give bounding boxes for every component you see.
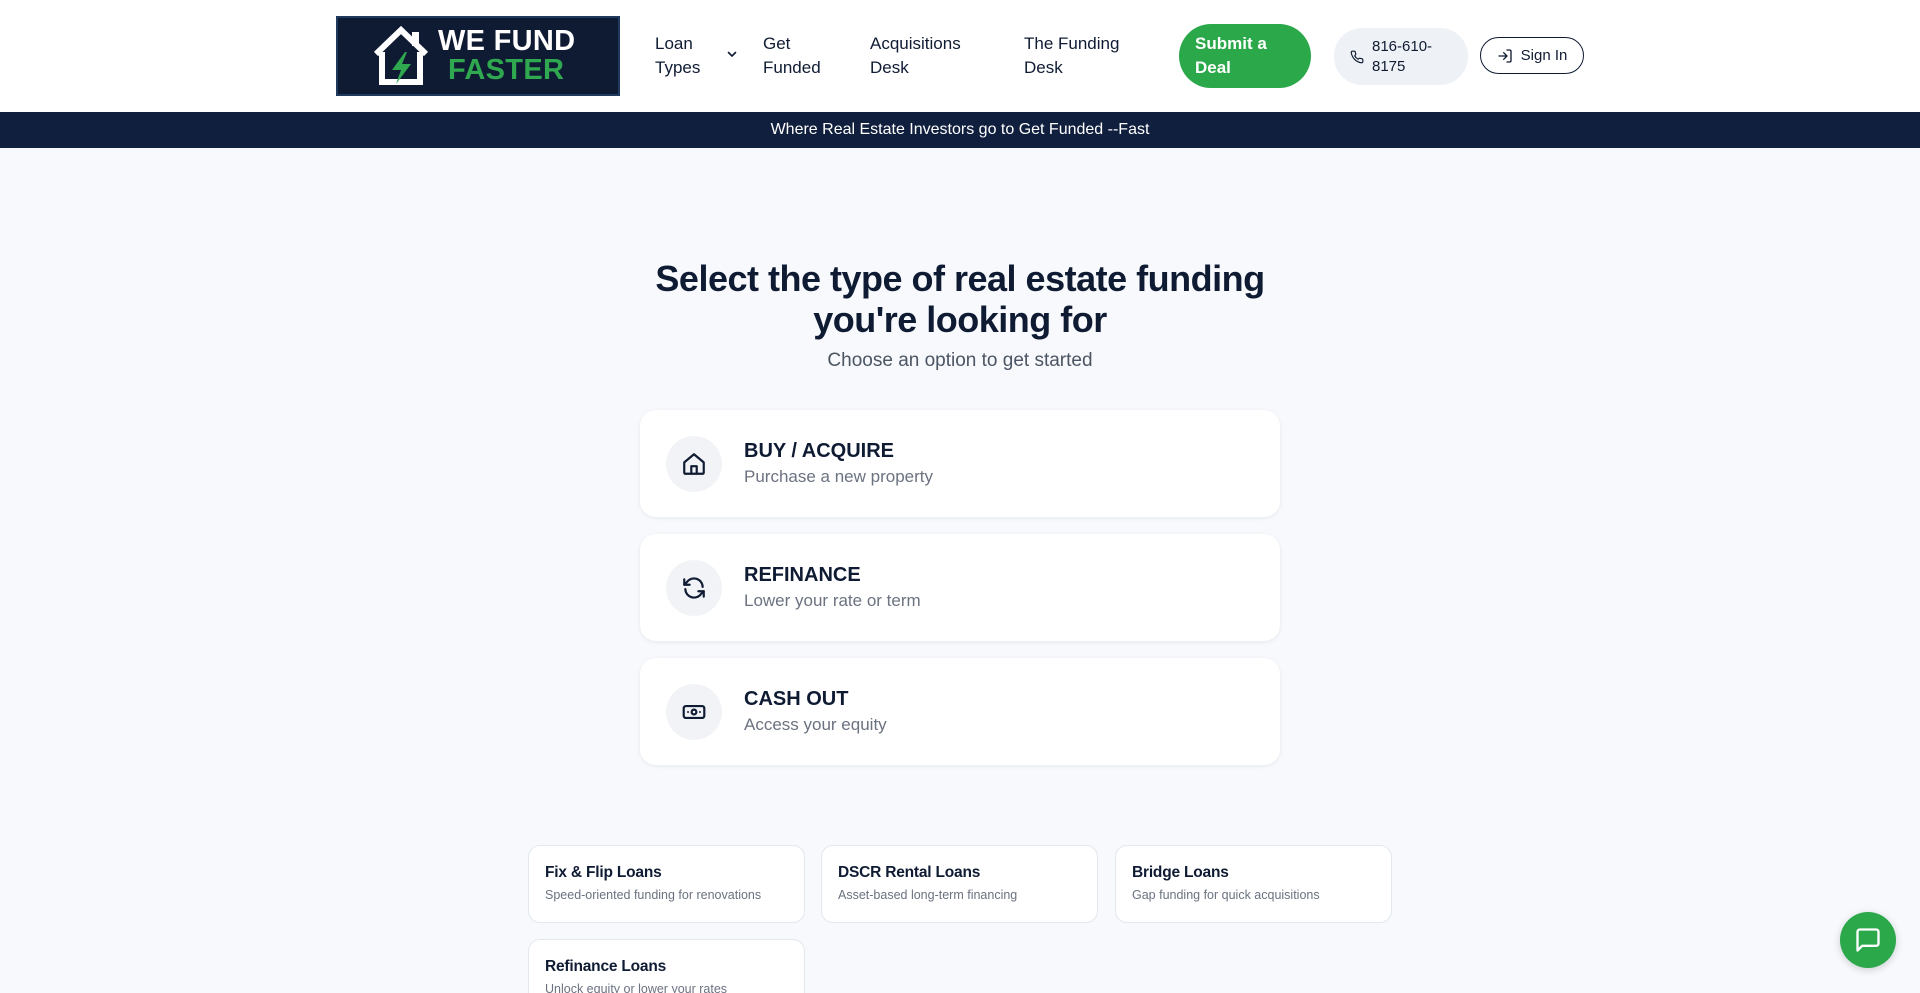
option-icon-wrap — [666, 559, 722, 616]
chevron-down-icon[interactable] — [726, 48, 738, 60]
home-icon — [683, 452, 705, 475]
nav-get-funded[interactable]: Get Funded — [763, 32, 833, 80]
sign-in-button[interactable]: Sign In — [1480, 37, 1584, 74]
loan-title: Fix & Flip Loans — [545, 864, 662, 881]
tagline-banner: Where Real Estate Investors go to Get Fu… — [0, 112, 1920, 148]
logo-text: WE FUND FASTER — [438, 27, 575, 85]
option-title: REFINANCE — [744, 564, 861, 586]
tagline-text: Where Real Estate Investors go to Get Fu… — [770, 121, 1150, 138]
option-title: BUY / ACQUIRE — [744, 440, 895, 462]
nav-loan-types[interactable]: Loan Types — [655, 32, 715, 80]
house-lightning-icon — [373, 25, 429, 85]
loan-card-fix-flip[interactable]: Fix & Flip Loans Speed-oriented funding … — [528, 845, 805, 923]
cash-icon — [682, 704, 706, 719]
page-subtitle: Choose an option to get started — [827, 350, 1093, 371]
site-header: WE FUND FASTER Loan Types Get Funded Acq… — [0, 0, 1920, 112]
option-icon-wrap — [666, 683, 722, 740]
loan-card-refinance[interactable]: Refinance Loans Unlock equity or lower y… — [528, 939, 805, 993]
page-title-line1: Select the type of real estate funding — [655, 258, 1265, 299]
option-desc: Access your equity — [744, 715, 887, 734]
phone-icon — [1350, 50, 1364, 63]
option-text: BUY / ACQUIRE Purchase a new property — [744, 438, 933, 489]
loan-title: Refinance Loans — [545, 958, 667, 975]
loan-desc: Unlock equity or lower your rates — [545, 982, 728, 993]
option-cash-out[interactable]: CASH OUT Access your equity — [640, 658, 1280, 765]
loan-card-bridge[interactable]: Bridge Loans Gap funding for quick acqui… — [1115, 845, 1392, 923]
login-icon — [1497, 48, 1512, 63]
loan-desc: Gap funding for quick acquisitions — [1132, 888, 1320, 902]
chat-button[interactable] — [1840, 912, 1896, 968]
page-title: Select the type of real estate funding y… — [0, 258, 1920, 340]
loan-desc: Asset-based long-term financing — [838, 888, 1018, 902]
loan-title: Bridge Loans — [1132, 864, 1229, 881]
loan-title: DSCR Rental Loans — [838, 864, 981, 881]
logo-line2: FASTER — [448, 54, 565, 86]
option-refinance[interactable]: REFINANCE Lower your rate or term — [640, 534, 1280, 641]
chat-icon — [1856, 928, 1880, 952]
nav-acquisitions-desk[interactable]: Acquisitions Desk — [870, 32, 980, 80]
logo[interactable]: WE FUND FASTER — [336, 16, 620, 96]
logo-line1: WE FUND — [438, 25, 576, 57]
option-desc: Purchase a new property — [744, 467, 933, 486]
refresh-icon — [683, 576, 705, 599]
loan-desc: Speed-oriented funding for renovations — [545, 888, 762, 902]
option-buy-acquire[interactable]: BUY / ACQUIRE Purchase a new property — [640, 410, 1280, 517]
option-text: CASH OUT Access your equity — [744, 686, 887, 737]
option-icon-wrap — [666, 435, 722, 492]
option-desc: Lower your rate or term — [744, 591, 921, 610]
nav-funding-desk[interactable]: The Funding Desk — [1024, 32, 1144, 80]
submit-deal-button[interactable]: Submit a Deal — [1179, 24, 1311, 88]
loan-card-dscr[interactable]: DSCR Rental Loans Asset-based long-term … — [821, 845, 1098, 923]
phone-button[interactable]: 816-610-8175 — [1334, 28, 1468, 85]
option-title: CASH OUT — [744, 688, 849, 710]
sign-in-label: Sign In — [1520, 47, 1568, 64]
page-title-line2: you're looking for — [813, 299, 1107, 340]
option-text: REFINANCE Lower your rate or term — [744, 562, 921, 613]
phone-number: 816-610-8175 — [1372, 37, 1433, 75]
